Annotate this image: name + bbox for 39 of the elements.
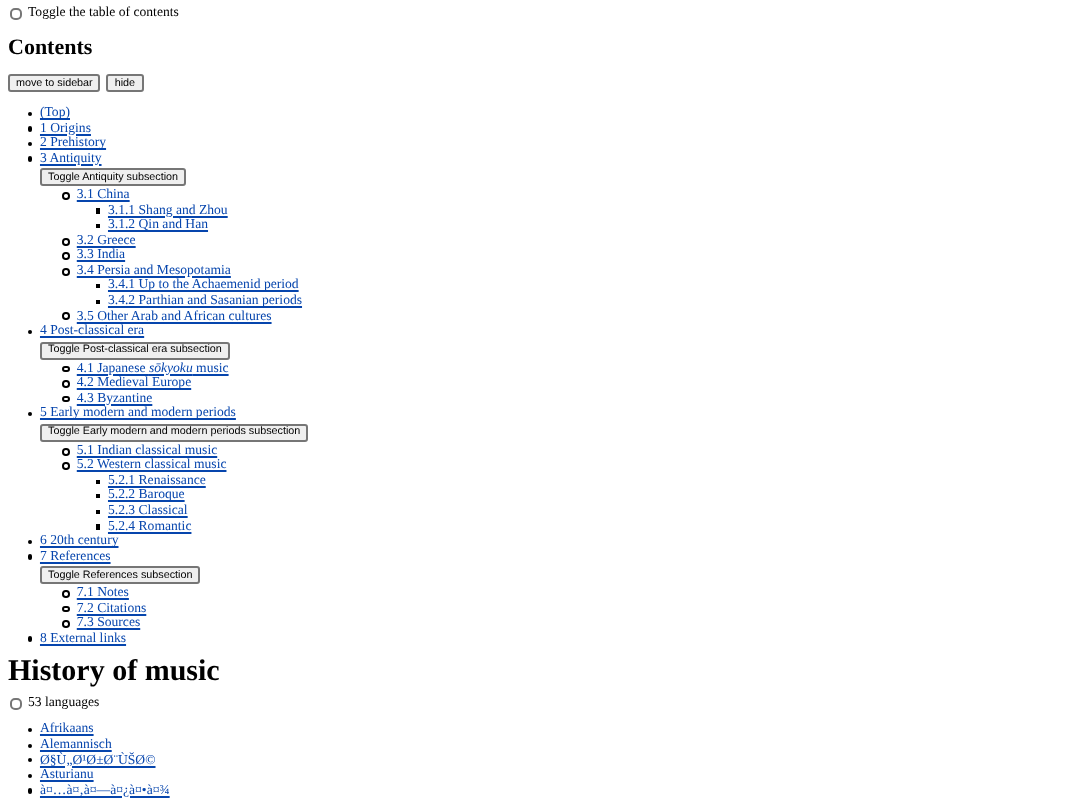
bullet-icon — [62, 365, 70, 373]
bullet-icon — [62, 605, 70, 613]
bullet-icon — [28, 554, 33, 560]
bullet-icon — [62, 267, 70, 276]
bullet-icon — [62, 312, 70, 321]
bullet-icon — [96, 299, 101, 304]
bullet-icon — [62, 395, 70, 403]
page-title: History of music — [8, 656, 222, 689]
bullet-icon — [96, 524, 101, 530]
bullet-icon — [96, 284, 101, 289]
bullet-icon — [96, 208, 101, 214]
bullet-icon — [62, 462, 70, 471]
bullet-icon — [62, 380, 70, 388]
bullet-icon — [96, 223, 101, 229]
toc-toggle-checkbox[interactable] — [10, 7, 22, 19]
bullet-icon — [28, 727, 33, 733]
bullet-icon — [28, 111, 33, 116]
bullet-icon — [28, 539, 33, 545]
bullet-icon — [28, 773, 33, 779]
bullet-icon — [28, 141, 33, 147]
bullet-icon — [28, 788, 33, 794]
bullet-icon — [62, 620, 70, 628]
contents-heading: Contents — [8, 36, 95, 62]
bullet-icon — [28, 126, 33, 132]
languages-checkbox[interactable] — [10, 697, 22, 710]
bullet-icon — [62, 237, 70, 245]
bullet-icon — [96, 509, 101, 514]
bullet-icon — [62, 252, 70, 261]
bullet-icon — [96, 479, 101, 484]
bullet-icon — [62, 590, 70, 598]
bullet-icon — [28, 636, 33, 642]
bullet-icon — [28, 758, 33, 763]
bullet-icon — [62, 192, 70, 200]
bullet-icon — [62, 447, 70, 456]
bullet-icon — [28, 411, 33, 417]
bullet-icon — [96, 494, 101, 499]
bullet-icon — [28, 156, 33, 162]
bullet-icon — [28, 329, 33, 335]
bullet-icon — [28, 743, 33, 748]
